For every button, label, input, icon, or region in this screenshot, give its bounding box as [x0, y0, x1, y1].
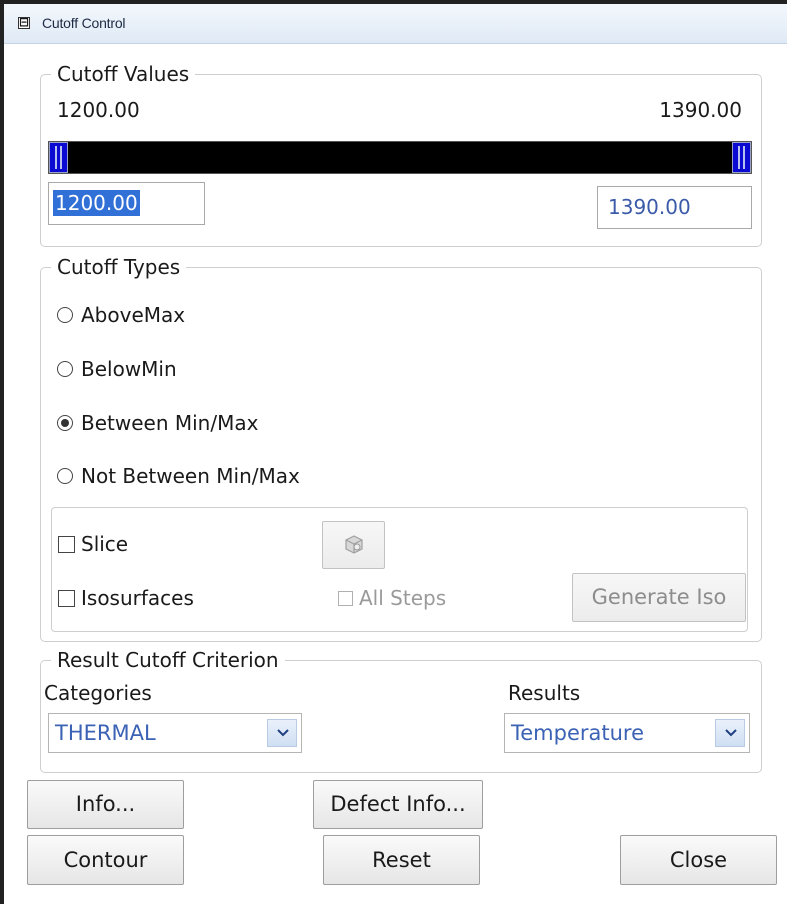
slider-min-thumb[interactable] — [49, 142, 68, 173]
radio-below-min-indicator[interactable] — [57, 361, 73, 377]
radio-not-between-min-max-indicator[interactable] — [57, 468, 73, 484]
min-value-input[interactable]: 1200.00 — [48, 182, 205, 225]
isosurfaces-checkbox-row[interactable]: Isosurfaces — [58, 585, 194, 611]
isosurfaces-label: Isosurfaces — [81, 586, 194, 610]
cutoff-types-legend: Cutoff Types — [57, 255, 181, 279]
result-criterion-legend: Result Cutoff Criterion — [57, 648, 279, 672]
results-dropdown-value: Temperature — [511, 721, 645, 745]
results-dropdown-arrow[interactable] — [715, 719, 745, 747]
slice-checkbox[interactable] — [58, 535, 75, 553]
cutoff-range-slider[interactable] — [48, 141, 752, 174]
radio-above-max-label: AboveMax — [81, 303, 186, 327]
title-bar: ⊟ Cutoff Control — [4, 4, 787, 44]
radio-between-min-max-label: Between Min/Max — [81, 411, 259, 435]
all-steps-checkbox-row[interactable]: All Steps — [338, 585, 446, 611]
min-value-input-text: 1200.00 — [53, 190, 140, 216]
all-steps-label: All Steps — [359, 586, 447, 610]
radio-between-min-max-indicator[interactable] — [57, 415, 73, 431]
categories-dropdown-value: THERMAL — [55, 721, 156, 745]
slice-checkbox-row[interactable]: Slice — [58, 531, 128, 557]
categories-dropdown-arrow[interactable] — [267, 719, 297, 747]
info-button[interactable]: Info... — [27, 780, 184, 829]
collapse-icon[interactable]: ⊟ — [18, 16, 30, 29]
window-title: Cutoff Control — [42, 15, 126, 31]
radio-below-min-label: BelowMin — [81, 357, 177, 381]
categories-label: Categories — [44, 681, 152, 705]
min-value-label: 1200.00 — [57, 98, 140, 122]
radio-between-min-max[interactable]: Between Min/Max — [57, 410, 258, 436]
contour-button[interactable]: Contour — [27, 835, 184, 885]
results-dropdown[interactable]: Temperature — [504, 713, 750, 753]
slider-max-thumb[interactable] — [732, 142, 751, 173]
categories-dropdown[interactable]: THERMAL — [48, 713, 302, 753]
radio-above-max[interactable]: AboveMax — [57, 302, 185, 328]
chevron-down-icon — [725, 729, 737, 737]
result-criterion-group: Result Cutoff Criterion — [40, 648, 762, 773]
all-steps-checkbox[interactable] — [338, 590, 353, 606]
slice-settings-button[interactable] — [322, 521, 385, 569]
results-label: Results — [508, 681, 581, 705]
generate-iso-button[interactable]: Generate Iso — [572, 573, 746, 622]
defect-info-button[interactable]: Defect Info... — [313, 780, 483, 829]
cube-settings-icon — [345, 535, 363, 554]
max-value-input-text: 1390.00 — [608, 195, 691, 219]
radio-above-max-indicator[interactable] — [57, 307, 73, 323]
max-value-label: 1390.00 — [659, 98, 742, 122]
chevron-down-icon — [277, 729, 289, 737]
radio-below-min[interactable]: BelowMin — [57, 356, 177, 382]
isosurfaces-checkbox[interactable] — [58, 589, 75, 607]
radio-not-between-min-max-label: Not Between Min/Max — [81, 464, 300, 488]
cutoff-values-legend: Cutoff Values — [57, 62, 190, 86]
radio-not-between-min-max[interactable]: Not Between Min/Max — [57, 463, 300, 489]
slice-label: Slice — [81, 532, 129, 556]
reset-button[interactable]: Reset — [323, 835, 480, 885]
close-button[interactable]: Close — [620, 835, 777, 885]
max-value-input[interactable]: 1390.00 — [597, 186, 752, 229]
